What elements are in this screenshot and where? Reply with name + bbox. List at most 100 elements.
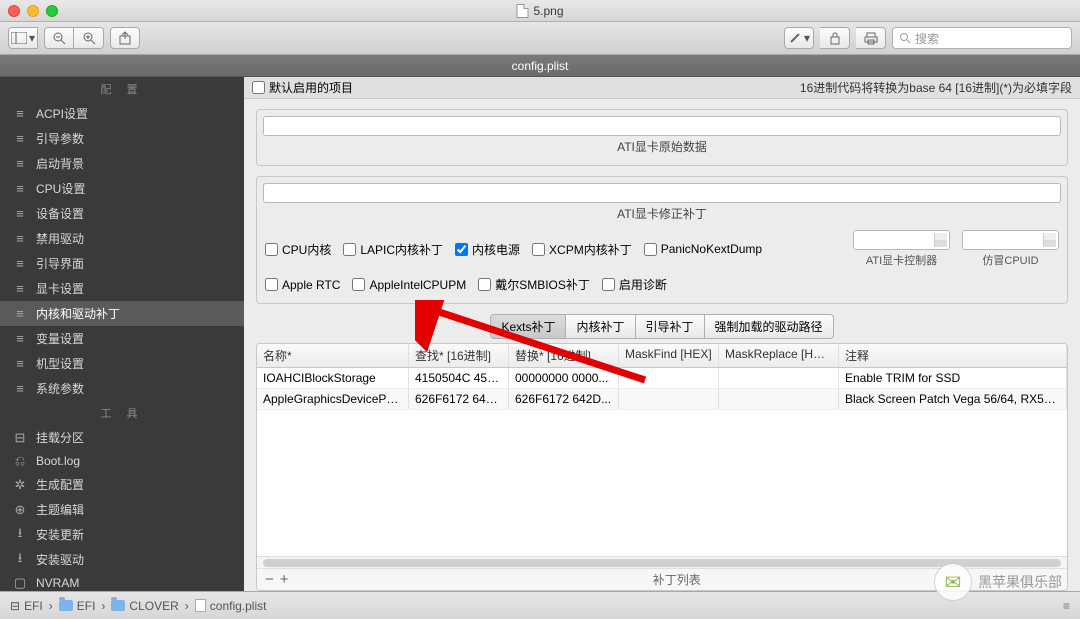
dell-smbios-checkbox[interactable]: 戴尔SMBIOS补丁 [478, 276, 590, 293]
remove-row-button[interactable]: − [265, 571, 274, 588]
search-input[interactable]: 搜索 [892, 27, 1072, 49]
sidebar-toggle-button[interactable]: ▾ [8, 27, 38, 49]
sidebar-item-kernel-kext-patches[interactable]: ≡内核和驱动补丁 [0, 301, 244, 326]
ati-patch-title: ATI显卡修正补丁 [263, 205, 1061, 222]
list-view-icon[interactable]: ≡ [1063, 599, 1070, 613]
sidebar-item-boot-bg[interactable]: ≡启动背景 [0, 151, 244, 176]
tab-kexts-patch[interactable]: Kexts补丁 [490, 314, 566, 339]
zoom-in-button[interactable] [74, 27, 104, 49]
zoom-out-button[interactable] [44, 27, 74, 49]
download-icon: ⭳ [12, 528, 28, 542]
table-header: 名称* 查找* [16进制] 替换* [16进制] MaskFind [HEX]… [257, 344, 1067, 368]
print-button[interactable] [856, 27, 886, 49]
th-maskfind[interactable]: MaskFind [HEX] [619, 344, 719, 367]
ati-patch-input[interactable] [263, 183, 1061, 203]
th-find[interactable]: 查找* [16进制] [409, 344, 509, 367]
sidebar-item-disable-drivers[interactable]: ≡禁用驱动 [0, 226, 244, 251]
list-icon: ≡ [12, 332, 28, 346]
chevron-right-icon: › [185, 599, 189, 613]
table-footer: − + 补丁列表 [257, 568, 1067, 590]
folder-icon [111, 600, 125, 611]
sidebar-item-install-drivers[interactable]: ⭳安装驱动 [0, 547, 244, 572]
search-icon [899, 32, 911, 44]
sidebar-item-gen-config[interactable]: ✲生成配置 [0, 472, 244, 497]
chip-icon: ▢ [12, 576, 28, 590]
crumb-efi-folder[interactable]: EFI [59, 599, 96, 613]
edit-button[interactable]: ▾ [784, 27, 814, 49]
lock-button[interactable] [820, 27, 850, 49]
log-icon: ⎌ [12, 454, 28, 468]
apple-rtc-checkbox[interactable]: Apple RTC [265, 278, 340, 292]
table-row[interactable]: IOAHCIBlockStorage 4150504C 4520... 0000… [257, 368, 1067, 389]
page-icon [195, 599, 206, 612]
sidebar-item-acpi[interactable]: ≡ACPI设置 [0, 101, 244, 126]
fake-cpuid-label: 仿冒CPUID [962, 252, 1059, 268]
sidebar-item-graphics[interactable]: ≡显卡设置 [0, 276, 244, 301]
ati-raw-title: ATI显卡原始数据 [263, 138, 1061, 155]
sidebar-item-bootlog[interactable]: ⎌Boot.log [0, 450, 244, 472]
minimize-icon[interactable] [27, 5, 39, 17]
chevron-right-icon: › [49, 599, 53, 613]
patch-table: 名称* 查找* [16进制] 替换* [16进制] MaskFind [HEX]… [256, 343, 1068, 591]
disk-icon: ⊟ [12, 431, 28, 445]
th-comment[interactable]: 注释 [839, 344, 1067, 367]
hint-text: 16进制代码将转换为base 64 [16进制](*)为必填字段 [800, 79, 1072, 96]
disk-icon: ⊟ [10, 599, 20, 613]
sidebar-item-cpu[interactable]: ≡CPU设置 [0, 176, 244, 201]
table-row[interactable]: AppleGraphicsDevicePolicy 626F6172 642D.… [257, 389, 1067, 410]
chevron-right-icon: › [101, 599, 105, 613]
sidebar-item-devices[interactable]: ≡设备设置 [0, 201, 244, 226]
list-icon: ≡ [12, 107, 28, 121]
cpu-kernel-checkbox[interactable]: CPU内核 [265, 241, 331, 258]
zoom-icon[interactable] [46, 5, 58, 17]
traffic-lights [8, 5, 58, 17]
gear-icon: ✲ [12, 478, 28, 492]
kernel-pm-checkbox[interactable]: 内核电源 [455, 241, 520, 258]
ati-controller-input[interactable] [853, 230, 950, 250]
sidebar-item-sysparams[interactable]: ≡系统参数 [0, 376, 244, 401]
patch-tabs: Kexts补丁 内核补丁 引导补丁 强制加载的驱动路径 [244, 314, 1080, 339]
th-name[interactable]: 名称* [257, 344, 409, 367]
sidebar-item-nvram[interactable]: ▢NVRAM [0, 572, 244, 591]
download-icon: ⭳ [12, 553, 28, 567]
aicpupm-checkbox[interactable]: AppleIntelCPUPM [352, 278, 466, 292]
sidebar-item-boot-args[interactable]: ≡引导参数 [0, 126, 244, 151]
default-enabled-checkbox[interactable] [252, 81, 265, 94]
horizontal-scrollbar[interactable] [257, 556, 1067, 568]
sidebar-item-install-update[interactable]: ⭳安装更新 [0, 522, 244, 547]
ati-raw-input[interactable] [263, 116, 1061, 136]
xcpm-checkbox[interactable]: XCPM内核补丁 [532, 241, 632, 258]
close-icon[interactable] [8, 5, 20, 17]
sidebar-item-rtvars[interactable]: ≡变量设置 [0, 326, 244, 351]
content-pane: 默认启用的项目 16进制代码将转换为base 64 [16进制](*)为必填字段… [244, 77, 1080, 591]
crumb-clover-folder[interactable]: CLOVER [111, 599, 178, 613]
table-footer-label: 补丁列表 [295, 571, 1059, 588]
path-bar: ⊟EFI › EFI › CLOVER › config.plist ≡ [0, 591, 1080, 619]
window-titlebar: 5.png [0, 0, 1080, 22]
tab-kernel-patch[interactable]: 内核补丁 [566, 314, 635, 339]
tab-force-kexts[interactable]: 强制加载的驱动路径 [705, 314, 834, 339]
fake-cpuid-input[interactable] [962, 230, 1059, 250]
tab-boot-patch[interactable]: 引导补丁 [636, 314, 705, 339]
list-icon: ≡ [12, 182, 28, 196]
sidebar-item-gui[interactable]: ≡引导界面 [0, 251, 244, 276]
list-icon: ≡ [12, 232, 28, 246]
list-icon: ≡ [12, 282, 28, 296]
crumb-config-file[interactable]: config.plist [195, 599, 267, 613]
panic-checkbox[interactable]: PanicNoKextDump [644, 242, 762, 256]
th-replace[interactable]: 替换* [16进制] [509, 344, 619, 367]
diag-checkbox[interactable]: 启用诊断 [602, 276, 667, 293]
ati-raw-section: ATI显卡原始数据 [256, 109, 1068, 166]
sidebar-item-mount-efi[interactable]: ⊟挂载分区 [0, 425, 244, 450]
sidebar-item-theme-editor[interactable]: ⊕主题编辑 [0, 497, 244, 522]
share-button[interactable] [110, 27, 140, 49]
default-enabled-label: 默认启用的项目 [269, 79, 353, 96]
title-text: 5.png [533, 4, 563, 18]
add-row-button[interactable]: + [280, 571, 289, 588]
sidebar-item-smbios[interactable]: ≡机型设置 [0, 351, 244, 376]
crumb-efi-disk[interactable]: ⊟EFI [10, 599, 43, 613]
lapic-checkbox[interactable]: LAPIC内核补丁 [343, 241, 443, 258]
th-maskreplace[interactable]: MaskReplace [HEX] [719, 344, 839, 367]
ati-patch-section: ATI显卡修正补丁 CPU内核 LAPIC内核补丁 内核电源 XCPM内核补丁 … [256, 176, 1068, 304]
list-icon: ≡ [12, 257, 28, 271]
